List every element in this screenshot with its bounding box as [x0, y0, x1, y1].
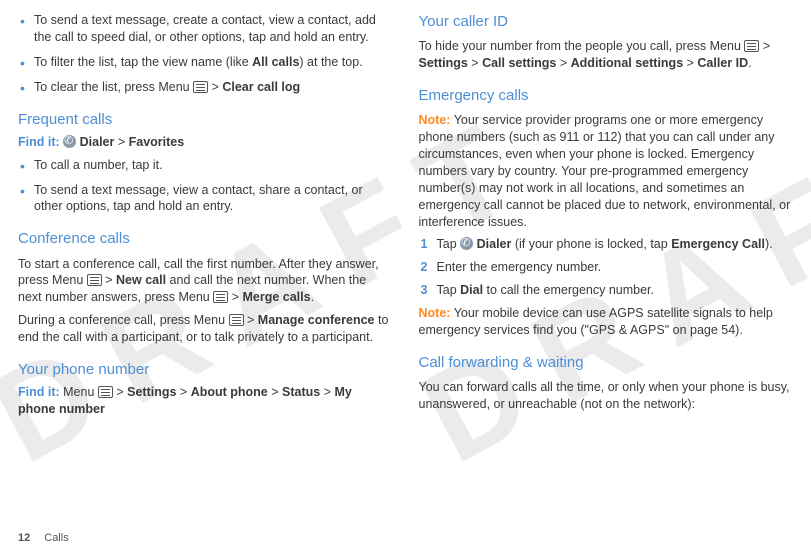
text: During a conference call, press Menu — [18, 313, 229, 327]
page-content: To send a text message, create a contact… — [0, 0, 811, 432]
paragraph: During a conference call, press Menu > M… — [18, 312, 393, 346]
menu-icon — [744, 40, 759, 52]
text: Tap — [437, 283, 461, 297]
bold-text: Dialer — [80, 135, 115, 149]
text: > — [244, 313, 258, 327]
menu-icon — [229, 314, 244, 326]
text: (if your phone is locked, tap — [511, 237, 671, 251]
step-number: 2 — [421, 259, 428, 276]
paragraph: To start a conference call, call the fir… — [18, 256, 393, 307]
step-number: 3 — [421, 282, 428, 299]
text: Enter the emergency number. — [437, 260, 602, 274]
right-column: Your caller ID To hide your number from … — [419, 12, 794, 424]
left-column: To send a text message, create a contact… — [18, 12, 393, 424]
text: to call the emergency number. — [483, 283, 654, 297]
step-number: 1 — [421, 236, 428, 253]
bullet-text: > — [208, 80, 222, 94]
text: ). — [765, 237, 773, 251]
bullet-text: To send a text message, view a contact, … — [34, 183, 363, 214]
note-label: Note: — [419, 113, 451, 127]
footer-section: Calls — [44, 532, 68, 544]
menu-icon — [213, 291, 228, 303]
menu-icon — [193, 81, 208, 93]
findit-label: Find it: — [18, 135, 60, 149]
text: . — [311, 290, 314, 304]
text: > — [102, 273, 116, 287]
bullet-text: To send a text message, create a contact… — [34, 13, 376, 44]
text: Tap — [437, 237, 461, 251]
note-label: Note: — [419, 306, 451, 320]
list-item: To send a text message, view a contact, … — [18, 182, 393, 216]
section-heading-emergency-calls: Emergency calls — [419, 86, 794, 106]
paragraph: You can forward calls all the time, or o… — [419, 379, 794, 413]
list-item: 2 Enter the emergency number. — [419, 259, 794, 276]
text: . — [748, 56, 751, 70]
findit-line: Find it: Menu > Settings > About phone >… — [18, 384, 393, 418]
bold-text: Status — [282, 385, 320, 399]
bold-text: Call settings — [482, 56, 556, 70]
sep: > — [114, 135, 128, 149]
list-item: To call a number, tap it. — [18, 157, 393, 174]
bold-text: Settings — [127, 385, 176, 399]
bold-text: Dial — [460, 283, 483, 297]
bold-text: New call — [116, 273, 166, 287]
menu-icon — [87, 274, 102, 286]
paragraph: Note: Your service provider programs one… — [419, 112, 794, 230]
bullet-text: To filter the list, tap the view name (l… — [34, 55, 252, 69]
text: You can forward calls all the time, or o… — [419, 380, 790, 411]
findit-line: Find it: Dialer > Favorites — [18, 134, 393, 151]
text: To hide your number from the people you … — [419, 39, 745, 53]
bullet-text: To call a number, tap it. — [34, 158, 163, 172]
bold-text: Settings — [419, 56, 468, 70]
paragraph: Note: Your mobile device can use AGPS sa… — [419, 305, 794, 339]
paragraph: To hide your number from the people you … — [419, 38, 794, 72]
section-heading-call-forwarding-waiting: Call forwarding & waiting — [419, 353, 794, 373]
bold-text: About phone — [191, 385, 268, 399]
bold-text: Additional settings — [571, 56, 684, 70]
bullet-text: ) at the top. — [299, 55, 362, 69]
bold-text: Manage conference — [258, 313, 375, 327]
top-bullet-list: To send a text message, create a contact… — [18, 12, 393, 96]
dialer-icon — [63, 135, 76, 148]
menu-icon — [98, 386, 113, 398]
footer: 12 Calls — [18, 531, 69, 546]
bullet-text: To clear the list, press Menu — [34, 80, 193, 94]
section-heading-your-caller-id: Your caller ID — [419, 12, 794, 32]
page-number: 12 — [18, 532, 30, 544]
bold-text: Merge calls — [242, 290, 310, 304]
text: Menu — [60, 385, 98, 399]
list-item: 1 Tap Dialer (if your phone is locked, t… — [419, 236, 794, 253]
bold-text: Caller ID — [697, 56, 748, 70]
bold-text: Favorites — [129, 135, 185, 149]
section-heading-conference-calls: Conference calls — [18, 229, 393, 249]
section-heading-frequent-calls: Frequent calls — [18, 110, 393, 130]
text: Your mobile device can use AGPS satellit… — [419, 306, 773, 337]
emergency-steps: 1 Tap Dialer (if your phone is locked, t… — [419, 236, 794, 299]
bold-text: Emergency Call — [671, 237, 765, 251]
text: Your service provider programs one or mo… — [419, 113, 791, 228]
bold-text: Dialer — [477, 237, 512, 251]
bold-text: All calls — [252, 55, 299, 69]
list-item: To clear the list, press Menu > Clear ca… — [18, 79, 393, 96]
frequent-calls-list: To call a number, tap it. To send a text… — [18, 157, 393, 216]
dialer-icon — [460, 237, 473, 250]
bold-text: Clear call log — [222, 80, 300, 94]
text: > — [228, 290, 242, 304]
text: > — [759, 39, 770, 53]
section-heading-your-phone-number: Your phone number — [18, 360, 393, 380]
list-item: To filter the list, tap the view name (l… — [18, 54, 393, 71]
list-item: To send a text message, create a contact… — [18, 12, 393, 46]
list-item: 3 Tap Dial to call the emergency number. — [419, 282, 794, 299]
findit-label: Find it: — [18, 385, 60, 399]
